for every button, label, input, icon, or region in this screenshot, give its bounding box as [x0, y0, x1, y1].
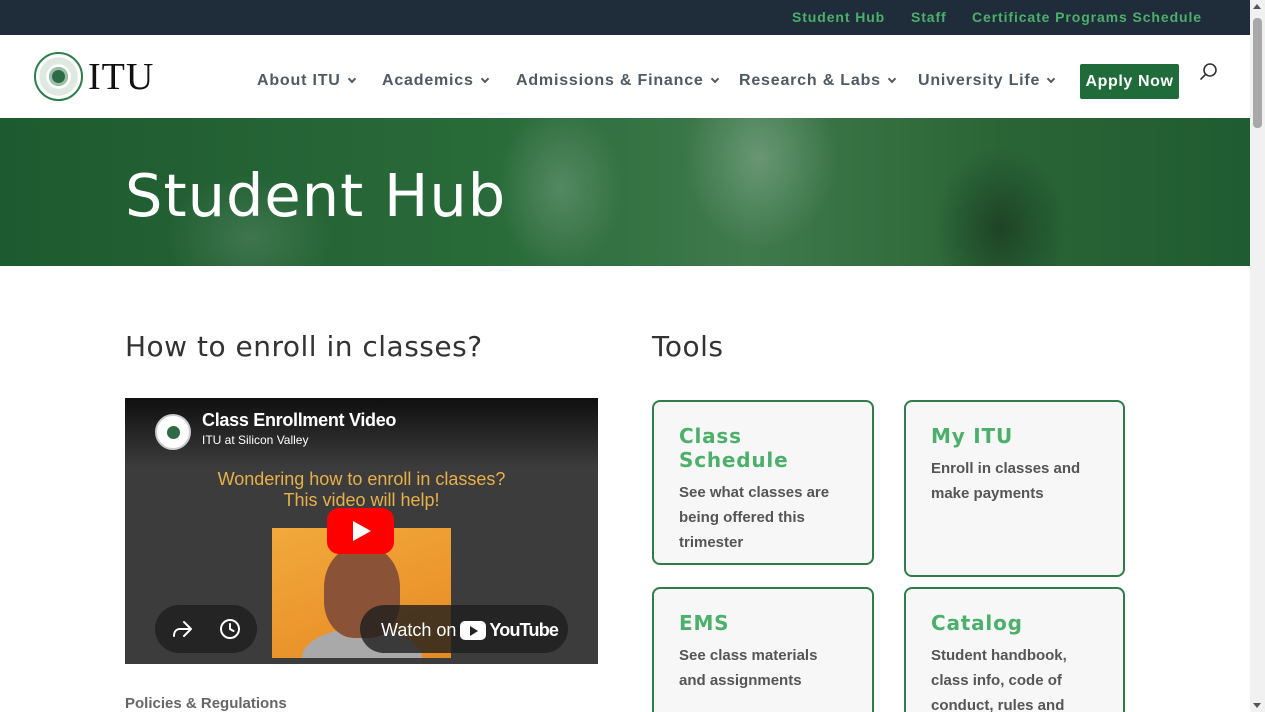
university-seal-icon — [34, 52, 83, 101]
topbar-link-student-hub[interactable]: Student Hub — [792, 9, 885, 25]
video-header-shade — [125, 398, 598, 468]
tool-card-title: Catalog — [931, 611, 1023, 635]
nav-label: Academics — [382, 72, 474, 89]
tool-card-ems[interactable]: EMS See class materials and assignments — [652, 587, 874, 712]
youtube-wordmark: YouTube — [489, 620, 559, 640]
nav-label: University Life — [918, 72, 1041, 89]
nav-research-labs[interactable]: Research & Labs — [739, 72, 897, 90]
scrollbar-thumb[interactable] — [1253, 18, 1262, 128]
nav-academics[interactable]: Academics — [382, 72, 489, 90]
chevron-down-icon — [710, 74, 719, 84]
channel-avatar[interactable] — [155, 414, 191, 450]
tool-card-class-schedule[interactable]: Class Schedule See what classes are bein… — [652, 400, 874, 565]
nav-label: Research & Labs — [739, 72, 881, 89]
page-scrollbar[interactable] — [1250, 0, 1265, 712]
tool-card-desc: Student handbook, class info, code of co… — [931, 647, 1067, 712]
watch-later-clock-icon[interactable] — [218, 617, 242, 641]
logo-text: ITU — [88, 55, 155, 98]
search-icon[interactable] — [1199, 62, 1219, 82]
tool-card-title: My ITU — [931, 424, 1014, 448]
scroll-down-arrow-icon[interactable] — [1253, 703, 1261, 708]
nav-admissions-finance[interactable]: Admissions & Finance — [516, 72, 719, 90]
nav-about-itu[interactable]: About ITU — [257, 72, 356, 90]
share-icon[interactable] — [170, 617, 194, 641]
main-header: ITU About ITU Academics Admissions & Fin… — [0, 35, 1250, 118]
chevron-down-icon — [480, 74, 489, 84]
utility-bar: Student Hub Staff Certificate Programs S… — [0, 0, 1250, 35]
tool-card-title: EMS — [679, 611, 730, 635]
tool-card-catalog[interactable]: Catalog Student handbook, class info, co… — [904, 587, 1125, 712]
play-button-icon[interactable] — [327, 508, 394, 554]
video-channel[interactable]: ITU at Silicon Valley — [202, 433, 308, 447]
tool-card-title: Class Schedule — [679, 424, 789, 472]
scroll-up-arrow-icon[interactable] — [1253, 4, 1261, 9]
youtube-video-embed[interactable]: Class Enrollment Video ITU at Silicon Va… — [125, 398, 598, 664]
policies-heading: Policies & Regulations — [125, 695, 287, 712]
tool-card-desc: See class materials and assignments — [679, 647, 818, 689]
enroll-heading: How to enroll in classes? — [125, 330, 483, 363]
chevron-down-icon — [1047, 74, 1056, 84]
chevron-down-icon — [347, 74, 356, 84]
tool-card-desc: See what classes are being offered this … — [679, 484, 830, 551]
youtube-logo-icon — [460, 621, 487, 640]
nav-label: About ITU — [257, 72, 341, 89]
chevron-down-icon — [887, 74, 897, 84]
topbar-link-certificate-schedule[interactable]: Certificate Programs Schedule — [972, 9, 1202, 25]
nav-label: Admissions & Finance — [516, 72, 704, 89]
nav-university-life[interactable]: University Life — [918, 72, 1056, 90]
itu-logo[interactable]: ITU — [34, 52, 154, 101]
apply-now-button[interactable]: Apply Now — [1080, 64, 1179, 99]
watch-on-youtube-link[interactable]: Watch on YouTube — [381, 620, 559, 641]
tools-heading: Tools — [652, 330, 724, 363]
hero-banner: Student Hub — [0, 118, 1250, 266]
tool-card-desc: Enroll in classes and make payments — [931, 460, 1081, 502]
page-title: Student Hub — [125, 161, 507, 230]
watch-on-label: Watch on — [381, 620, 457, 640]
video-title[interactable]: Class Enrollment Video — [202, 410, 396, 431]
tool-card-my-itu[interactable]: My ITU Enroll in classes and make paymen… — [904, 400, 1125, 577]
video-caption-line-1: Wondering how to enroll in classes? — [217, 469, 506, 489]
topbar-link-staff[interactable]: Staff — [911, 9, 947, 25]
